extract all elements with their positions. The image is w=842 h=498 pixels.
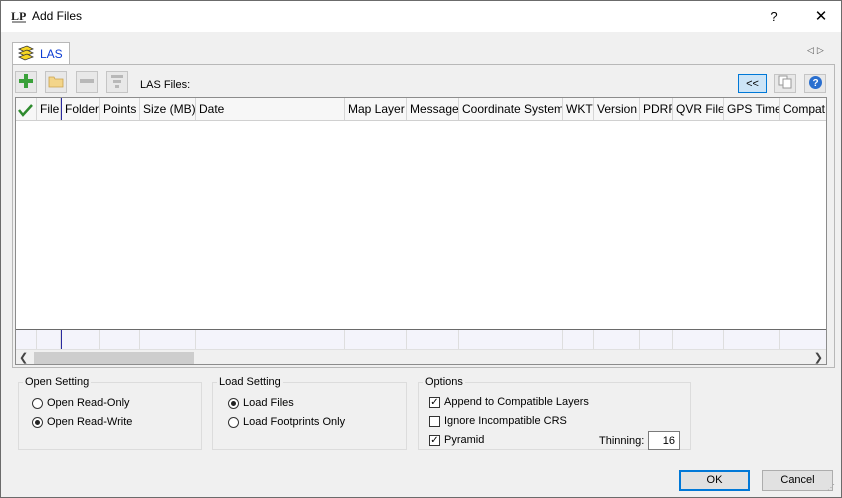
column-header[interactable]: PDRF — [640, 98, 673, 120]
filter-cell[interactable] — [16, 330, 37, 349]
add-file-button[interactable] — [15, 71, 37, 93]
column-header[interactable]: File — [37, 98, 61, 120]
check-column-header[interactable] — [16, 98, 37, 120]
minus-icon — [79, 73, 95, 92]
column-header[interactable]: Message — [407, 98, 459, 120]
open-read-only-radio[interactable]: Open Read-Only — [32, 397, 130, 409]
help-toolbar-button[interactable]: ? — [804, 74, 826, 93]
checkmark-icon — [18, 102, 33, 117]
tab-nav: ◁▷ — [807, 45, 827, 56]
column-header[interactable]: Version — [594, 98, 640, 120]
column-header[interactable]: Map Layer — [345, 98, 407, 120]
thinning-label: Thinning: — [599, 435, 645, 447]
column-header[interactable]: Points — [100, 98, 140, 120]
scroll-right-icon[interactable]: ❯ — [814, 350, 823, 364]
svg-text:?: ? — [812, 78, 818, 89]
checkbox-icon — [429, 415, 440, 427]
group-title: Load Setting — [217, 376, 283, 388]
column-header[interactable]: Coordinate System — [459, 98, 563, 120]
help-icon: ? — [808, 75, 823, 93]
load-footprints-radio[interactable]: Load Footprints Only — [228, 416, 345, 428]
column-header[interactable]: WKT — [563, 98, 594, 120]
checkbox-checked-icon: ✓ — [429, 396, 440, 408]
filter-cell[interactable] — [640, 330, 673, 349]
table-header: File Folder Points Size (MB) Date Map La… — [16, 98, 826, 121]
filter-cell[interactable] — [37, 330, 61, 349]
copy-button[interactable] — [774, 74, 796, 93]
filter-cell[interactable] — [196, 330, 345, 349]
scroll-thumb[interactable] — [34, 352, 194, 364]
cancel-button[interactable]: Cancel — [762, 470, 833, 491]
filter-button[interactable] — [106, 71, 128, 93]
svg-text:LP: LP — [11, 9, 26, 23]
filter-cell[interactable] — [459, 330, 563, 349]
window-title: Add Files — [32, 9, 83, 23]
option-label: Ignore Incompatible CRS — [444, 415, 567, 427]
filter-row[interactable] — [16, 329, 826, 349]
radio-icon — [228, 416, 239, 428]
tab-prev-icon[interactable]: ◁ — [807, 45, 817, 55]
option-label: Append to Compatible Layers — [444, 396, 589, 408]
radio-selected-icon — [32, 416, 43, 428]
add-files-dialog: LP Add Files ? ✕ LAS ◁▷ LAS Files: << ? … — [0, 0, 842, 498]
append-checkbox[interactable]: ✓ Append to Compatible Layers — [429, 396, 589, 408]
ok-button[interactable]: OK — [679, 470, 750, 491]
pyramid-checkbox[interactable]: ✓ Pyramid — [429, 434, 484, 446]
filter-cell[interactable] — [61, 330, 100, 349]
filter-cell[interactable] — [563, 330, 594, 349]
ignore-crs-checkbox[interactable]: Ignore Incompatible CRS — [429, 415, 567, 427]
option-label: Load Footprints Only — [243, 416, 346, 428]
horizontal-scrollbar[interactable]: ❮ ❯ — [16, 349, 826, 364]
las-files-label: LAS Files: — [140, 79, 191, 91]
collapse-button[interactable]: << — [738, 74, 767, 93]
option-label: Load Files — [243, 397, 294, 409]
tab-next-icon[interactable]: ▷ — [817, 45, 827, 55]
thinning-input[interactable] — [648, 431, 680, 450]
layers-icon — [17, 45, 35, 64]
radio-icon — [32, 397, 43, 409]
filter-cell[interactable] — [345, 330, 407, 349]
resize-grip-icon[interactable]: ⋰ — [827, 484, 839, 497]
group-title: Open Setting — [23, 376, 92, 388]
column-header[interactable]: QVR File — [673, 98, 724, 120]
filter-cell[interactable] — [780, 330, 826, 349]
column-header[interactable]: Folder — [61, 98, 100, 120]
copy-icon — [778, 75, 792, 92]
las-files-table[interactable]: File Folder Points Size (MB) Date Map La… — [15, 97, 827, 365]
tab-las[interactable]: LAS — [12, 42, 70, 65]
app-logo-icon: LP — [10, 7, 28, 25]
checkbox-checked-icon: ✓ — [429, 434, 440, 446]
option-label: Pyramid — [444, 434, 485, 446]
load-files-radio[interactable]: Load Files — [228, 397, 294, 409]
radio-selected-icon — [228, 397, 239, 409]
filter-cell[interactable] — [407, 330, 459, 349]
filter-cell[interactable] — [100, 330, 140, 349]
column-header[interactable]: GPS Time — [724, 98, 780, 120]
column-header[interactable]: Compat — [780, 98, 826, 120]
folder-icon — [48, 74, 64, 91]
filter-cell[interactable] — [673, 330, 724, 349]
close-button[interactable]: ✕ — [801, 1, 841, 32]
filter-cell[interactable] — [140, 330, 196, 349]
filter-icon — [109, 73, 125, 92]
column-header[interactable]: Size (MB) — [140, 98, 196, 120]
filter-cell[interactable] — [594, 330, 640, 349]
filter-cell[interactable] — [724, 330, 780, 349]
scroll-left-icon[interactable]: ❮ — [19, 350, 28, 364]
option-label: Open Read-Only — [47, 397, 130, 409]
remove-file-button[interactable] — [76, 71, 98, 93]
option-label: Open Read-Write — [47, 416, 133, 428]
title-bar: LP Add Files ? ✕ — [1, 1, 841, 32]
plus-icon — [18, 73, 34, 92]
tab-label: LAS — [40, 47, 63, 61]
column-header[interactable]: Date — [196, 98, 345, 120]
group-title: Options — [423, 376, 465, 388]
open-read-write-radio[interactable]: Open Read-Write — [32, 416, 132, 428]
add-folder-button[interactable] — [45, 71, 67, 93]
help-button[interactable]: ? — [758, 1, 790, 32]
